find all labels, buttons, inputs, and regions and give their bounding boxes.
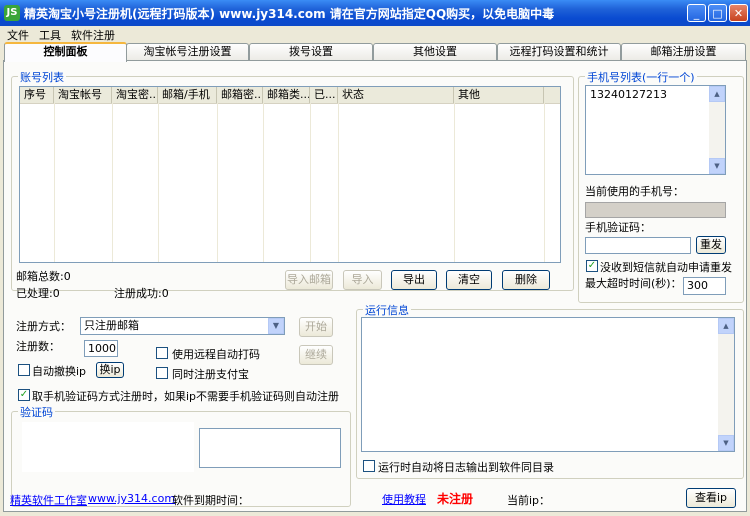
import-button[interactable]: 导入 [343,270,382,290]
register-mode-value: 只注册邮箱 [84,319,139,332]
auto-switch-ip-checkbox[interactable] [18,364,30,376]
status-bar: 精英软件工作室 www.jy314.com 软件到期时间： 使用教程 未注册 当… [0,488,750,512]
clear-button[interactable]: 清空 [446,270,492,290]
delete-button[interactable]: 删除 [502,270,550,290]
grid-line [544,103,545,262]
continue-button[interactable]: 继续 [299,345,333,365]
menu-tools[interactable]: 工具 [39,27,61,43]
resend-button[interactable]: 重发 [696,236,726,254]
phone-list-scrollbar[interactable]: ▲ ▼ [709,86,725,174]
grid-line [158,103,159,262]
window-title: 精英淘宝小号注册机(远程打码版本) www.jy314.com 请在官方网站指定… [24,7,555,21]
accounts-table[interactable]: 序号 淘宝帐号 淘宝密... 邮箱/手机 邮箱密... 邮箱类... 已... … [19,86,561,263]
captcha-input[interactable] [199,428,341,468]
phone-code-mode-checkbox[interactable]: ✓ [18,389,30,401]
tab-strip: 控制面板 淘宝帐号注册设置 拨号设置 其他设置 远程打码设置和统计 邮箱注册设置 [0,42,750,62]
studio-url-link[interactable]: www.jy314.com [88,492,175,505]
column-status[interactable]: 状态 [338,87,454,103]
current-phone-label: 当前使用的手机号： [585,185,684,198]
column-taobao-password[interactable]: 淘宝密... [112,87,158,103]
switch-ip-button[interactable]: 换ip [96,362,124,378]
column-email-phone[interactable]: 邮箱/手机 [158,87,217,103]
app-icon: JS [4,5,20,21]
column-taobao-account[interactable]: 淘宝帐号 [54,87,112,103]
registration-status: 未注册 [437,492,474,506]
start-button[interactable]: 开始 [299,317,333,337]
tab-control-panel[interactable]: 控制面板 [4,42,127,62]
log-group-title: 运行信息 [363,302,411,318]
column-other[interactable]: 其他 [454,87,544,103]
auto-switch-ip-label: 自动撤换ip [32,365,87,378]
grid-line [338,103,339,262]
register-mode-select[interactable]: 只注册邮箱 ▼ [80,317,285,335]
phone-code-mode-label: 取手机验证码方式注册时，如果ip不需要手机验证码则自动注册 [32,390,340,403]
grid-line [263,103,264,262]
timeout-label: 最大超时时间(秒)： [585,277,682,290]
scroll-up-icon[interactable]: ▲ [718,318,734,334]
register-mode-label: 注册方式： [16,320,71,333]
main-window: JS 精英淘宝小号注册机(远程打码版本) www.jy314.com 请在官方网… [0,0,750,516]
export-button[interactable]: 导出 [391,270,437,290]
studio-name-link[interactable]: 精英软件工作室 [10,492,87,508]
menu-bar: 文件 工具 软件注册 [0,26,750,43]
tab-remote-captcha[interactable]: 远程打码设置和统计 [497,43,621,60]
grid-line [217,103,218,262]
chevron-down-icon[interactable]: ▼ [268,318,284,334]
log-textarea[interactable]: ▲ ▼ [361,317,735,452]
register-count-input[interactable]: 1000 [84,340,118,357]
title-bar: JS 精英淘宝小号注册机(远程打码版本) www.jy314.com 请在官方网… [0,0,750,26]
success-label: 注册成功:0 [114,287,169,300]
current-phone-field [585,202,726,218]
scroll-down-icon[interactable]: ▼ [709,158,725,174]
view-ip-button[interactable]: 查看ip [686,488,736,508]
column-email-password[interactable]: 邮箱密... [217,87,263,103]
email-total-label: 邮箱总数:0 [16,270,71,283]
accounts-table-header: 序号 淘宝帐号 淘宝密... 邮箱/手机 邮箱密... 邮箱类... 已... … [20,87,560,104]
tab-email-settings[interactable]: 邮箱注册设置 [621,43,746,60]
processed-label: 已处理:0 [16,287,60,300]
column-index[interactable]: 序号 [20,87,54,103]
timeout-input[interactable]: 300 [683,277,726,295]
phone-code-input[interactable] [585,237,691,254]
register-count-label: 注册数： [16,340,60,353]
scroll-up-icon[interactable]: ▲ [709,86,725,102]
import-email-button[interactable]: 导入邮箱 [285,270,333,290]
grid-line [454,103,455,262]
menu-file[interactable]: 文件 [7,27,29,43]
log-scrollbar[interactable]: ▲ ▼ [718,318,734,451]
auto-resend-label: 没收到短信就自动申请重发 [600,261,732,274]
minimize-icon[interactable]: _ [687,4,706,22]
tab-taobao-settings[interactable]: 淘宝帐号注册设置 [126,43,249,60]
phone-list-textarea[interactable]: 13240127213 ▲ ▼ [585,85,726,175]
close-icon[interactable]: ✕ [729,4,748,22]
tab-other-settings[interactable]: 其他设置 [373,43,497,60]
captcha-group-title: 验证码 [18,404,55,420]
auto-output-checkbox[interactable] [363,460,375,472]
remote-captcha-checkbox[interactable] [156,347,168,359]
phone-list-value: 13240127213 [590,88,667,101]
grid-line [112,103,113,262]
control-panel: 账号列表 序号 淘宝帐号 淘宝密... 邮箱/手机 邮箱密... 邮箱类... … [3,60,747,512]
current-ip-label: 当前ip： [507,494,551,507]
tab-dial-settings[interactable]: 拨号设置 [249,43,373,60]
phones-group-title: 手机号列表(一行一个) [585,69,697,85]
column-email-type[interactable]: 邮箱类... [263,87,310,103]
grid-line [54,103,55,262]
column-done[interactable]: 已... [310,87,338,103]
captcha-image [22,422,194,472]
tutorial-link[interactable]: 使用教程 [382,491,426,507]
accounts-group-title: 账号列表 [18,69,66,85]
expire-label: 软件到期时间： [172,494,249,507]
menu-register[interactable]: 软件注册 [71,27,115,43]
alipay-checkbox[interactable] [156,367,168,379]
alipay-label: 同时注册支付宝 [172,368,249,381]
maximize-icon[interactable]: □ [708,4,727,22]
phone-code-label: 手机验证码： [585,221,651,234]
auto-resend-checkbox[interactable]: ✓ [586,260,598,272]
scroll-down-icon[interactable]: ▼ [718,435,734,451]
auto-output-label: 运行时自动将日志输出到软件同目录 [378,461,554,474]
remote-captcha-label: 使用远程自动打码 [172,348,260,361]
grid-line [310,103,311,262]
